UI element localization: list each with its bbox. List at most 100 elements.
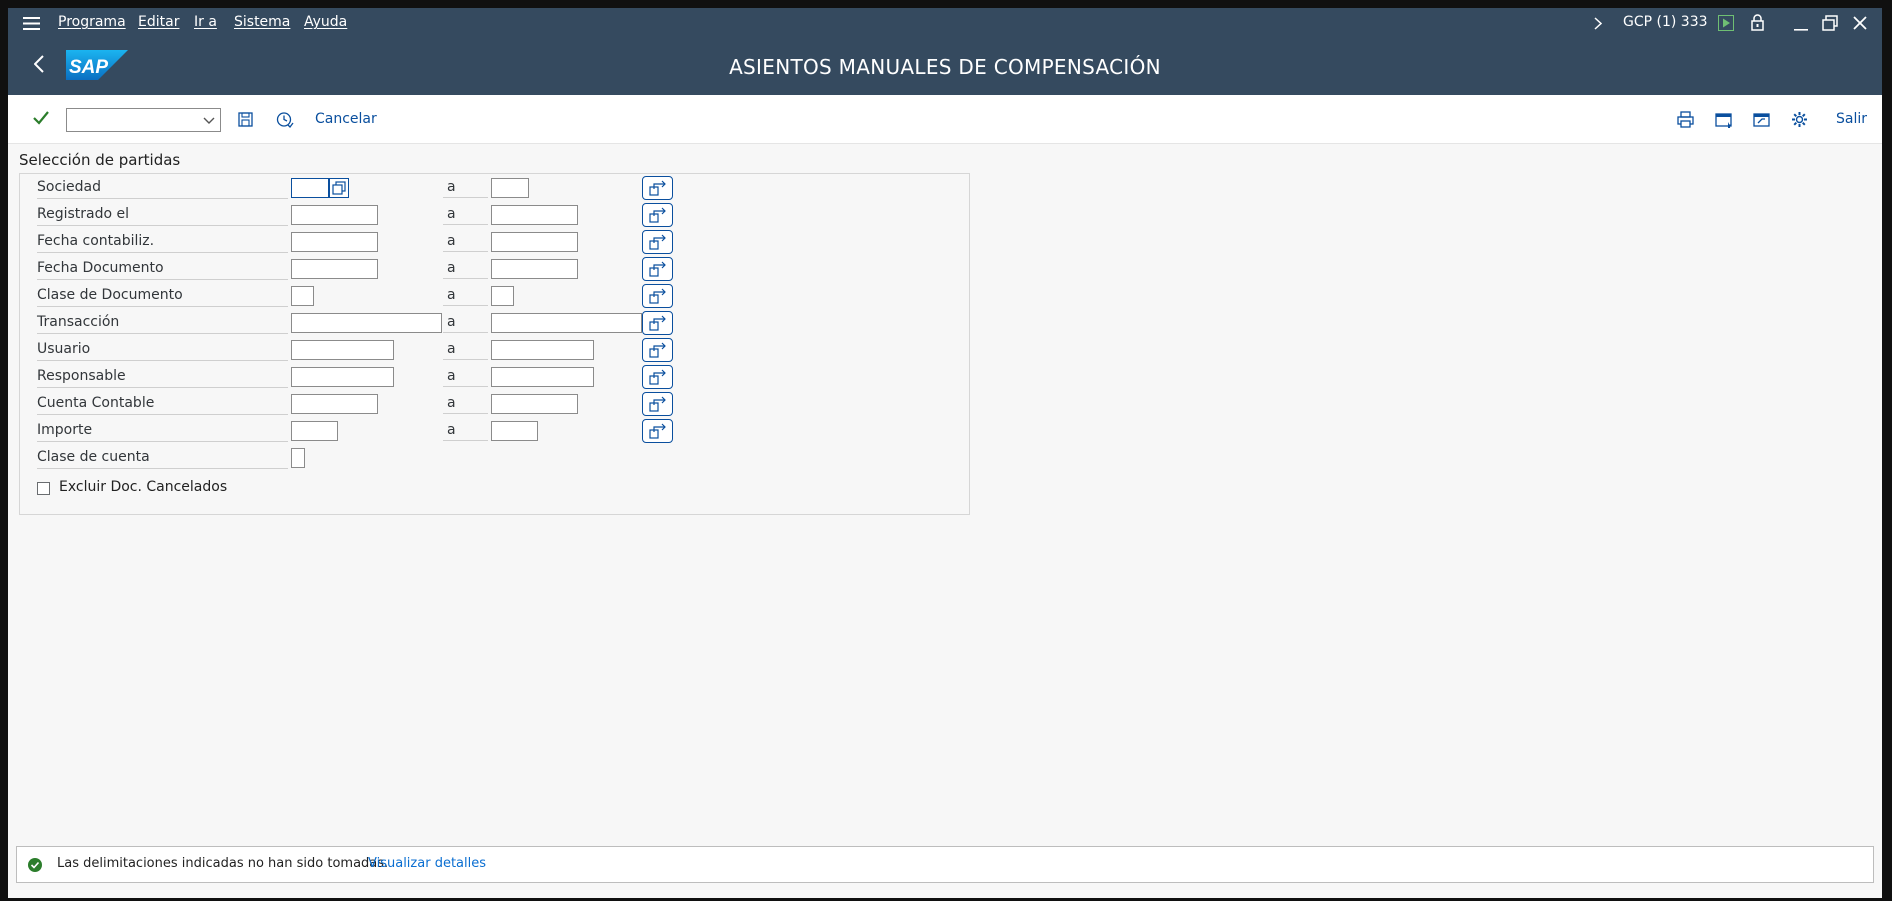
sap-window: Programa Editar Ir a Sistema Ayuda GCP (…	[8, 8, 1882, 898]
to-label: a	[443, 176, 488, 198]
multiple-selection-icon	[649, 234, 666, 250]
multiple-selection-button[interactable]	[642, 311, 673, 335]
cancel-button[interactable]: Cancelar	[315, 111, 377, 127]
label-sociedad: Sociedad	[37, 176, 288, 199]
value-help-icon	[332, 181, 346, 195]
to-label: a	[443, 311, 488, 333]
hamburger-menu-icon[interactable]	[23, 17, 40, 30]
enter-check-icon[interactable]	[33, 111, 49, 125]
status-message: Las delimitaciones indicadas no han sido…	[57, 856, 389, 871]
registrado-el-to-input[interactable]	[491, 205, 578, 225]
multiple-selection-icon	[649, 288, 666, 304]
command-field[interactable]	[66, 108, 221, 132]
fecha-contabiliz-from-input[interactable]	[291, 232, 378, 252]
value-help-button[interactable]	[329, 178, 349, 198]
sociedad-to-input[interactable]	[491, 178, 529, 198]
multiple-selection-icon	[649, 369, 666, 385]
system-info: GCP (1) 333	[1623, 14, 1708, 30]
responsable-from-input[interactable]	[291, 367, 394, 387]
restore-icon[interactable]	[1822, 15, 1838, 31]
exclude-cancelled-checkbox[interactable]	[37, 482, 50, 495]
save-icon[interactable]	[238, 112, 253, 127]
multiple-selection-icon	[649, 315, 666, 331]
exclude-cancelled-label: Excluir Doc. Cancelados	[59, 479, 228, 495]
to-label: a	[443, 203, 488, 225]
importe-to-input[interactable]	[491, 421, 538, 441]
exit-button[interactable]: Salir	[1836, 111, 1867, 127]
multiple-selection-icon	[649, 342, 666, 358]
registrado-el-from-input[interactable]	[291, 205, 378, 225]
to-label: a	[443, 392, 488, 414]
fecha-documento-from-input[interactable]	[291, 259, 378, 279]
to-label: a	[443, 257, 488, 279]
multiple-selection-button[interactable]	[642, 284, 673, 308]
multiple-selection-icon	[649, 261, 666, 277]
lock-icon[interactable]	[1751, 14, 1764, 31]
label-registrado-el: Registrado el	[37, 203, 288, 226]
play-icon[interactable]	[1718, 15, 1734, 31]
label-clase-de-documento: Clase de Documento	[37, 284, 288, 307]
label-usuario: Usuario	[37, 338, 288, 361]
section-title: Selección de partidas	[19, 151, 181, 169]
multiple-selection-icon	[649, 423, 666, 439]
application-toolbar: Cancelar Salir	[8, 95, 1882, 144]
menu-bar: Programa Editar Ir a Sistema Ayuda GCP (…	[8, 8, 1882, 38]
settings-gear-icon[interactable]	[1791, 111, 1808, 128]
menu-editar[interactable]: Editar	[138, 14, 179, 30]
multiple-selection-icon	[649, 180, 666, 196]
chevron-right-icon[interactable]	[1594, 17, 1602, 30]
status-details-link[interactable]: Visualizar detalles	[368, 856, 486, 871]
multiple-selection-button[interactable]	[642, 365, 673, 389]
label-transaccion: Transacción	[37, 311, 288, 334]
page-title: ASIENTOS MANUALES DE COMPENSACIÓN	[729, 55, 1161, 79]
minimize-icon[interactable]	[1793, 17, 1809, 31]
label-fecha-contabiliz: Fecha contabiliz.	[37, 230, 288, 253]
menu-ayuda[interactable]: Ayuda	[304, 14, 347, 30]
label-cuenta-contable: Cuenta Contable	[37, 392, 288, 415]
title-bar: SAP ASIENTOS MANUALES DE COMPENSACIÓN	[8, 38, 1882, 95]
print-icon[interactable]	[1677, 111, 1694, 128]
sociedad-from-input[interactable]	[291, 178, 329, 198]
multiple-selection-icon	[649, 207, 666, 223]
multiple-selection-button[interactable]	[642, 392, 673, 416]
to-label: a	[443, 230, 488, 252]
to-label: a	[443, 284, 488, 306]
success-check-icon	[28, 858, 42, 872]
cuenta-contable-from-input[interactable]	[291, 394, 378, 414]
menu-sistema[interactable]: Sistema	[234, 14, 290, 30]
multiple-selection-button[interactable]	[642, 203, 673, 227]
multiple-selection-icon	[649, 396, 666, 412]
label-clase-de-cuenta: Clase de cuenta	[37, 446, 288, 469]
menu-programa[interactable]: Programa	[58, 14, 126, 30]
label-fecha-documento: Fecha Documento	[37, 257, 288, 280]
menu-ir-a[interactable]: Ir a	[194, 14, 217, 30]
fecha-contabiliz-to-input[interactable]	[491, 232, 578, 252]
generate-shortcut-icon[interactable]	[1753, 111, 1771, 128]
transaccion-from-input[interactable]	[291, 313, 442, 333]
close-icon[interactable]	[1853, 16, 1867, 30]
new-window-icon[interactable]	[1715, 111, 1733, 128]
label-responsable: Responsable	[37, 365, 288, 388]
to-label: a	[443, 338, 488, 360]
transaccion-to-input[interactable]	[491, 313, 642, 333]
to-label: a	[443, 419, 488, 441]
multiple-selection-button[interactable]	[642, 338, 673, 362]
multiple-selection-button[interactable]	[642, 419, 673, 443]
clock-variant-icon[interactable]	[276, 111, 294, 128]
clase-documento-to-input[interactable]	[491, 286, 514, 306]
fecha-documento-to-input[interactable]	[491, 259, 578, 279]
to-label: a	[443, 365, 488, 387]
multiple-selection-button[interactable]	[642, 230, 673, 254]
cuenta-contable-to-input[interactable]	[491, 394, 578, 414]
importe-from-input[interactable]	[291, 421, 338, 441]
clase-documento-from-input[interactable]	[291, 286, 314, 306]
chevron-down-icon[interactable]	[203, 117, 215, 124]
label-importe: Importe	[37, 419, 288, 442]
usuario-to-input[interactable]	[491, 340, 594, 360]
multiple-selection-button[interactable]	[642, 176, 673, 200]
multiple-selection-button[interactable]	[642, 257, 673, 281]
usuario-from-input[interactable]	[291, 340, 394, 360]
status-bar: Las delimitaciones indicadas no han sido…	[16, 846, 1874, 883]
clase-de-cuenta-input[interactable]	[291, 448, 305, 468]
responsable-to-input[interactable]	[491, 367, 594, 387]
